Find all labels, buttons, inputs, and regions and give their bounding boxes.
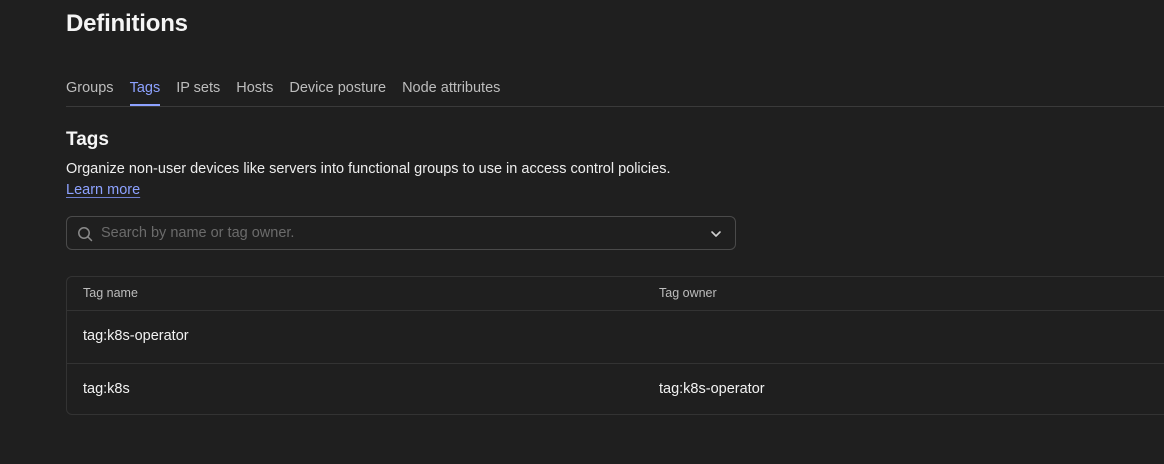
tab-groups[interactable]: Groups (66, 78, 114, 105)
tag-name-cell: tag:k8s-operator (83, 328, 189, 344)
page-title: Definitions (66, 10, 188, 37)
tab-node-attributes[interactable]: Node attributes (402, 78, 500, 105)
tag-name-cell: tag:k8s (83, 381, 130, 397)
search-input[interactable] (101, 218, 691, 248)
tab-ip-sets[interactable]: IP sets (176, 78, 220, 105)
search-box[interactable] (66, 216, 736, 250)
tab-hosts[interactable]: Hosts (236, 78, 273, 105)
tab-bar: Groups Tags IP sets Hosts Device posture… (66, 78, 1164, 107)
tag-owner-cell: tag:k8s-operator (659, 381, 765, 397)
table-row[interactable]: tag:k8s-operator (67, 311, 1164, 364)
search-icon (77, 226, 93, 242)
table-header: Tag name Tag owner (67, 277, 1164, 311)
section-description: Organize non-user devices like servers i… (66, 161, 671, 177)
tab-tags[interactable]: Tags (129, 78, 161, 106)
table-row[interactable]: tag:k8s tag:k8s-operator (67, 364, 1164, 416)
section-title: Tags (66, 129, 109, 150)
column-header-tag-owner: Tag owner (659, 286, 717, 300)
learn-more-link[interactable]: Learn more (66, 182, 140, 198)
column-header-tag-name: Tag name (83, 286, 138, 300)
page: Definitions Groups Tags IP sets Hosts De… (0, 0, 1164, 464)
tab-device-posture[interactable]: Device posture (289, 78, 386, 105)
chevron-down-icon[interactable] (709, 227, 723, 241)
tags-table: Tag name Tag owner tag:k8s-operator tag:… (66, 276, 1164, 415)
